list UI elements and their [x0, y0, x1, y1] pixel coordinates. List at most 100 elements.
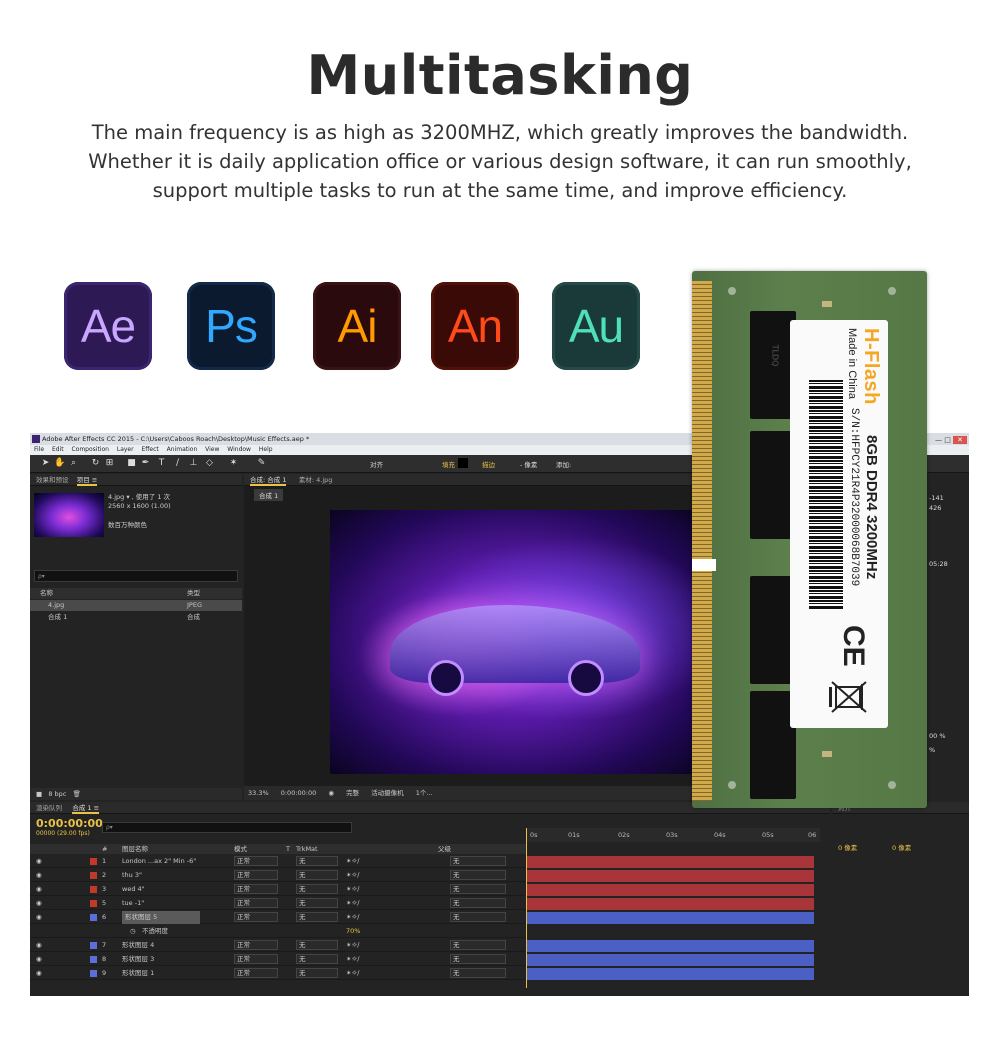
trkmat-select[interactable]: 无: [296, 870, 338, 880]
brush-tool-icon[interactable]: ∕: [172, 458, 183, 469]
layer-duration-bar[interactable]: [526, 884, 814, 896]
parent-select[interactable]: 无: [450, 954, 506, 964]
list-item[interactable]: 合成 1 合成: [30, 612, 242, 623]
zoom-level[interactable]: 33.3%: [248, 789, 269, 797]
column-mode[interactable]: 模式: [234, 844, 247, 854]
tab-timeline-comp[interactable]: 合成 1 ≡: [72, 804, 100, 814]
tab-project[interactable]: 项目 ≡: [76, 476, 98, 486]
mode-select[interactable]: 正常: [234, 856, 278, 866]
tab-composition[interactable]: 合成: 合成 1: [250, 476, 287, 486]
mode-select[interactable]: 正常: [234, 968, 278, 978]
layer-duration-bar[interactable]: [526, 898, 814, 910]
add-label[interactable]: 添加:: [556, 459, 571, 469]
switches-icon[interactable]: ✶☼∕: [346, 883, 359, 896]
label-color-swatch[interactable]: [90, 970, 97, 977]
label-color-swatch[interactable]: [90, 900, 97, 907]
current-time[interactable]: 0:00:00:00: [281, 789, 317, 797]
parent-select[interactable]: 无: [450, 898, 506, 908]
layer-name[interactable]: thu 3": [122, 869, 142, 882]
eye-icon[interactable]: ◉: [36, 953, 42, 966]
stroke-width[interactable]: - 像素: [520, 459, 537, 469]
pin-tool-icon[interactable]: ✎: [256, 458, 267, 469]
column-type[interactable]: 类型: [187, 588, 200, 599]
timeline-current-time[interactable]: 0:00:00:00: [36, 817, 103, 830]
eraser-tool-icon[interactable]: ◇: [204, 458, 215, 469]
stroke-label[interactable]: 描边: [482, 459, 495, 469]
tab-footage[interactable]: 素材: 4.jpg: [299, 476, 333, 484]
mode-select[interactable]: 正常: [234, 912, 278, 922]
label-color-swatch[interactable]: [90, 914, 97, 921]
close-icon[interactable]: ✕: [953, 436, 967, 444]
label-color-swatch[interactable]: [90, 872, 97, 879]
layer-name[interactable]: 形状图层 4: [122, 939, 154, 952]
stamp-tool-icon[interactable]: ⊥: [188, 458, 199, 469]
maximize-icon[interactable]: □: [944, 436, 951, 444]
switches-icon[interactable]: ✶☼∕: [346, 967, 359, 980]
parent-select[interactable]: 无: [450, 870, 506, 880]
mode-select[interactable]: 正常: [234, 884, 278, 894]
table-row[interactable]: ◉ 7 形状图层 4 正常 无 ✶☼∕ 无: [30, 939, 526, 952]
tab-render-queue[interactable]: 渲染队列: [36, 804, 62, 812]
puppet-tool-icon[interactable]: ✶: [228, 458, 239, 469]
eye-icon[interactable]: ◉: [36, 869, 42, 882]
layer-name[interactable]: 形状图层 5: [122, 911, 200, 924]
layer-name[interactable]: 形状图层 1: [122, 967, 154, 980]
rotate-tool-icon[interactable]: ↻: [90, 458, 101, 469]
trkmat-select[interactable]: 无: [296, 884, 338, 894]
layer-name[interactable]: 形状图层 3: [122, 953, 154, 966]
parent-select[interactable]: 无: [450, 856, 506, 866]
selection-tool-icon[interactable]: ➤: [40, 458, 51, 469]
label-color-swatch[interactable]: [90, 886, 97, 893]
table-row[interactable]: ◉ 8 形状图层 3 正常 无 ✶☼∕ 无: [30, 953, 526, 966]
switches-icon[interactable]: ✶☼∕: [346, 939, 359, 952]
fill-swatch[interactable]: [458, 458, 468, 468]
property-row[interactable]: ◷ 不透明度 70%: [30, 925, 526, 938]
trkmat-select[interactable]: 无: [296, 898, 338, 908]
parent-select[interactable]: 无: [450, 912, 506, 922]
align-value[interactable]: 0 像素: [838, 842, 857, 852]
snap-label[interactable]: 对齐: [370, 459, 383, 469]
camera-icon[interactable]: ◉: [328, 789, 334, 797]
align-value[interactable]: 0 像素: [892, 842, 911, 852]
eye-icon[interactable]: ◉: [36, 911, 42, 924]
fill-label[interactable]: 填充: [442, 459, 455, 469]
mode-select[interactable]: 正常: [234, 870, 278, 880]
composition-breadcrumb[interactable]: 合成 1: [254, 489, 284, 501]
parent-select[interactable]: 无: [450, 884, 506, 894]
mode-select[interactable]: 正常: [234, 898, 278, 908]
text-tool-icon[interactable]: T: [156, 458, 167, 469]
stopwatch-icon[interactable]: ◷: [130, 925, 136, 938]
parent-select[interactable]: 无: [450, 940, 506, 950]
playhead[interactable]: [526, 828, 527, 988]
pen-tool-icon[interactable]: ✒: [140, 458, 151, 469]
trkmat-select[interactable]: 无: [296, 912, 338, 922]
camera-tool-icon[interactable]: ⊞: [104, 458, 115, 469]
folder-icon[interactable]: ■: [36, 790, 42, 798]
trkmat-select[interactable]: 无: [296, 940, 338, 950]
layer-name[interactable]: wed 4": [122, 883, 145, 896]
rectangle-tool-icon[interactable]: ■: [126, 458, 137, 469]
layer-duration-bar[interactable]: [526, 954, 814, 966]
mode-select[interactable]: 正常: [234, 954, 278, 964]
switches-icon[interactable]: ✶☼∕: [346, 897, 359, 910]
switches-icon[interactable]: ✶☼∕: [346, 869, 359, 882]
column-parent[interactable]: 父级: [438, 844, 451, 854]
quality-select[interactable]: 完整: [346, 789, 359, 797]
table-row[interactable]: ◉ 9 形状图层 1 正常 无 ✶☼∕ 无: [30, 967, 526, 980]
table-row[interactable]: ◉ 2 thu 3" 正常 无 ✶☼∕ 无: [30, 869, 526, 882]
project-search-input[interactable]: ρ▾: [34, 570, 238, 582]
layer-name[interactable]: tue -1": [122, 897, 144, 910]
column-layer-name[interactable]: 图层名称: [122, 844, 148, 854]
timeline-search-input[interactable]: ρ▾: [102, 822, 352, 833]
switches-icon[interactable]: ✶☼∕: [346, 953, 359, 966]
minimize-icon[interactable]: —: [935, 436, 942, 444]
views-select[interactable]: 1个...: [416, 789, 433, 797]
label-color-swatch[interactable]: [90, 956, 97, 963]
table-row[interactable]: ◉ 6 形状图层 5 正常 无 ✶☼∕ 无: [30, 911, 526, 924]
table-row[interactable]: ◉ 5 tue -1" 正常 无 ✶☼∕ 无: [30, 897, 526, 910]
eye-icon[interactable]: ◉: [36, 883, 42, 896]
label-color-swatch[interactable]: [90, 942, 97, 949]
switches-icon[interactable]: ✶☼∕: [346, 855, 359, 868]
bit-depth[interactable]: 8 bpc: [48, 790, 66, 798]
trkmat-select[interactable]: 无: [296, 856, 338, 866]
